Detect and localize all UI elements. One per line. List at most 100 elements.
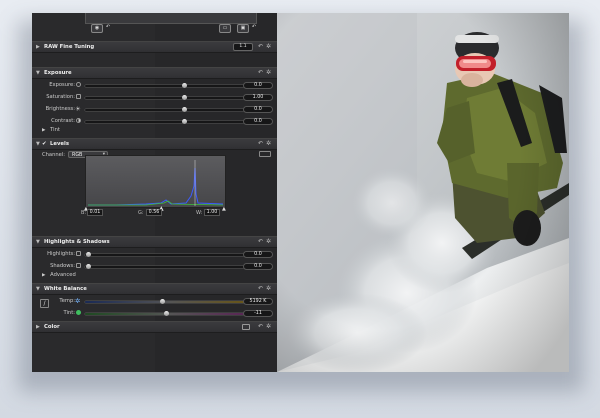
saturation-slider-row: Saturation: 1.00 — [32, 92, 277, 102]
auto-levels-button[interactable]: ◉ — [91, 24, 103, 33]
color-header[interactable]: ▶ Color ↶✲ — [32, 321, 277, 333]
exposure-slider-track[interactable] — [85, 84, 256, 87]
expand-triangle-icon[interactable]: ▶ — [36, 324, 40, 330]
exposure-label: Exposure: — [49, 82, 75, 88]
screen: ◉ ↶ ▭ ▣ ↶ ▶ RAW Fine Tuning 1.1 ↶✲ ▼ Exp… — [0, 0, 600, 418]
highlights-shadows-title: Highlights & Shadows — [44, 238, 110, 245]
wb-tint-slider-row: Tint: -11 — [32, 308, 277, 318]
cool-temp-icon: ✲ — [75, 296, 81, 305]
temp-slider-knob[interactable] — [159, 298, 165, 304]
brightness-value[interactable]: 0.0 — [243, 105, 273, 113]
green-tint-icon — [76, 310, 81, 315]
channel-row: Channel: — [42, 152, 65, 158]
reset-gear-icons[interactable]: ↶✲ — [258, 238, 274, 245]
histogram — [85, 155, 226, 208]
wb-tint-label: Tint: — [63, 310, 75, 316]
raw-fine-tuning-header[interactable]: ▶ RAW Fine Tuning 1.1 ↶✲ — [32, 41, 277, 53]
temp-slider-row: Temp: ✲ ☀ 5192 K — [32, 296, 277, 306]
channel-label: Channel: — [42, 152, 66, 158]
temp-label: Temp: — [59, 298, 75, 304]
exposure-slider-row: Exposure: 0.0 — [32, 80, 277, 90]
exposure-header[interactable]: ▼ Exposure ↶✲ — [32, 67, 277, 79]
shadows-label: Shadows: — [50, 263, 75, 269]
saturation-label: Saturation: — [46, 94, 75, 100]
collapse-triangle-icon[interactable]: ▼ — [36, 239, 40, 245]
contrast-slider-track[interactable] — [85, 120, 256, 123]
highlights-slider-track[interactable] — [85, 253, 256, 256]
highlights-shadows-header[interactable]: ▼ Highlights & Shadows ↶✲ — [32, 236, 277, 248]
shadows-slider-knob[interactable] — [85, 263, 91, 269]
paste-adjustments-button[interactable]: ▣ — [237, 24, 249, 33]
reset-gear-icons[interactable]: ↶✲ — [258, 43, 274, 50]
histogram-graph — [88, 160, 224, 206]
contrast-value[interactable]: 0.0 — [243, 117, 273, 125]
highlights-slider-row: Highlights: 0.0 — [32, 249, 277, 259]
reset-gear-icons[interactable]: ↶✲ — [258, 323, 274, 330]
brightness-slider-row: Brightness: ☀ ☀ 0.0 — [32, 104, 277, 114]
collapse-triangle-icon[interactable]: ▼ — [36, 141, 40, 147]
adjustments-panel: ◉ ↶ ▭ ▣ ↶ ▶ RAW Fine Tuning 1.1 ↶✲ ▼ Exp… — [32, 13, 277, 372]
shadows-slider-row: Shadows: 0.0 — [32, 261, 277, 271]
tint-disclosure[interactable]: ▶ Tint — [42, 127, 60, 133]
sun-icon: ☀ — [75, 104, 81, 113]
black-point-value[interactable]: 0.01 — [87, 209, 103, 216]
white-point-value[interactable]: 1.00 — [204, 209, 220, 216]
saturation-value[interactable]: 1.00 — [243, 93, 273, 101]
undo-icon[interactable]: ↶ — [103, 24, 113, 31]
white-balance-header[interactable]: ▼ White Balance ↶✲ — [32, 283, 277, 295]
copy-adjustments-button[interactable]: ▭ — [219, 24, 231, 33]
raw-fine-tuning-title: RAW Fine Tuning — [44, 43, 95, 50]
shadows-value[interactable]: 0.0 — [243, 262, 273, 270]
brightness-label: Brightness: — [45, 106, 75, 112]
photo-preview[interactable] — [277, 13, 569, 372]
raw-preset-select[interactable]: 1.1 — [233, 43, 253, 51]
highlights-label: Highlights: — [47, 251, 75, 257]
disclosure-triangle-icon[interactable]: ▶ — [42, 273, 45, 278]
contrast-slider-knob[interactable] — [181, 118, 187, 124]
expand-triangle-icon[interactable]: ▶ — [36, 44, 40, 50]
collapse-triangle-icon[interactable]: ▼ — [36, 70, 40, 76]
levels-title: Levels — [50, 140, 69, 147]
reset-gear-icons[interactable]: ↶✲ — [258, 69, 274, 76]
exposure-value[interactable]: 0.0 — [243, 81, 273, 89]
collapse-triangle-icon[interactable]: ▼ — [36, 286, 40, 292]
wb-tint-value[interactable]: -11 — [243, 309, 273, 317]
color-title: Color — [44, 323, 60, 330]
saturation-slider-track[interactable] — [85, 96, 256, 99]
saturation-slider-knob[interactable] — [181, 94, 187, 100]
brightness-slider-knob[interactable] — [181, 106, 187, 112]
contrast-slider-row: Contrast: 0.0 — [32, 116, 277, 126]
wb-tint-slider-knob[interactable] — [163, 310, 169, 316]
exposure-title: Exposure — [44, 69, 72, 76]
advanced-label: Advanced — [50, 272, 76, 278]
channel-select-value: RGB — [72, 152, 83, 158]
shadows-slider-track[interactable] — [85, 265, 256, 268]
wb-tint-slider-track[interactable] — [85, 312, 256, 315]
advanced-disclosure[interactable]: ▶ Advanced — [42, 272, 76, 278]
top-toolbar — [85, 13, 257, 24]
highlights-slider-knob[interactable] — [85, 251, 91, 257]
black-point-label: B: — [81, 210, 87, 216]
exposure-slider-knob[interactable] — [181, 82, 187, 88]
white-balance-title: White Balance — [44, 285, 87, 292]
reset-gear-icons[interactable]: ↶✲ — [258, 140, 274, 147]
highlights-icon — [76, 251, 81, 256]
brightness-slider-track[interactable] — [85, 108, 256, 111]
disclosure-triangle-icon[interactable]: ▶ — [42, 128, 45, 133]
highlights-value[interactable]: 0.0 — [243, 250, 273, 258]
gray-point-label: G: — [138, 210, 144, 216]
snowboarder-photo — [277, 13, 569, 372]
gray-point-value[interactable]: 0.56 — [146, 209, 162, 216]
reset-gear-icons[interactable]: ↶✲ — [258, 285, 274, 292]
color-options-icon[interactable] — [242, 323, 250, 330]
temp-slider-track[interactable] — [85, 300, 256, 303]
exposure-icon — [76, 82, 81, 87]
temp-value[interactable]: 5192 K — [243, 297, 273, 305]
levels-header[interactable]: ▼ ✔ Levels ↶✲ — [32, 138, 277, 150]
contrast-icon — [76, 118, 81, 123]
white-point-label: W: — [196, 210, 203, 216]
reset-icon[interactable]: ↶ — [249, 24, 259, 31]
levels-checkbox[interactable]: ✔ — [42, 141, 47, 147]
levels-white-handle[interactable]: ▲ — [222, 206, 226, 212]
levels-options-icon[interactable] — [259, 151, 271, 157]
